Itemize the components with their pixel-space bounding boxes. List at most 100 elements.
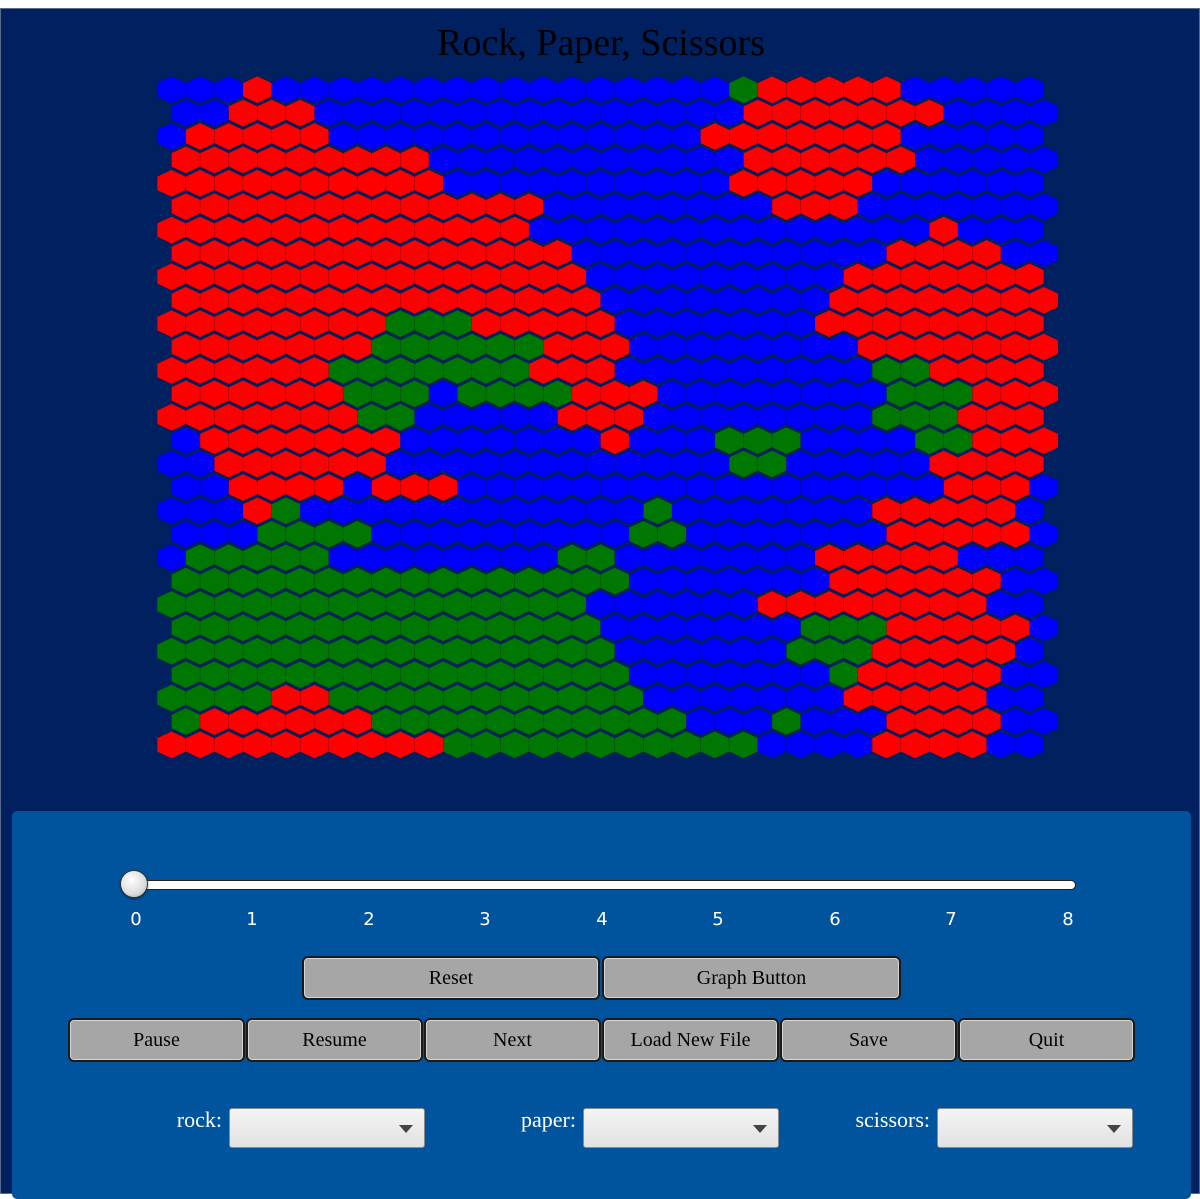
hex-cell[interactable]: [714, 239, 744, 268]
hex-cell[interactable]: [828, 426, 859, 455]
hex-cell[interactable]: [214, 216, 244, 244]
hex-cell[interactable]: [929, 216, 959, 244]
hex-cell[interactable]: [628, 192, 659, 221]
hex-cell[interactable]: [171, 99, 201, 127]
hex-cell[interactable]: [1000, 426, 1030, 455]
hex-cell[interactable]: [728, 75, 759, 104]
hex-cell[interactable]: [600, 380, 630, 408]
hex-cell[interactable]: [957, 75, 987, 104]
hex-cell[interactable]: [442, 590, 473, 619]
hex-cell[interactable]: [700, 309, 730, 338]
hex-cell[interactable]: [500, 590, 530, 619]
hex-cell[interactable]: [299, 731, 330, 759]
hex-cell[interactable]: [457, 99, 487, 127]
hex-cell[interactable]: [399, 333, 430, 361]
hex-cell[interactable]: [442, 450, 473, 478]
hex-cell[interactable]: [714, 146, 744, 174]
hex-cell[interactable]: [929, 309, 959, 338]
hex-cell[interactable]: [771, 286, 802, 315]
hex-cell[interactable]: [814, 590, 844, 619]
hex-cell[interactable]: [256, 473, 287, 502]
hex-cell[interactable]: [857, 520, 887, 549]
pause-button[interactable]: Pause: [68, 1018, 245, 1062]
hex-cell[interactable]: [328, 590, 358, 619]
hex-cell[interactable]: [514, 333, 544, 361]
hex-cell[interactable]: [185, 637, 215, 666]
hex-cell[interactable]: [156, 403, 187, 432]
hex-cell[interactable]: [314, 707, 344, 736]
hex-cell[interactable]: [628, 707, 659, 736]
hex-cell[interactable]: [514, 380, 544, 408]
hex-cell[interactable]: [414, 543, 444, 572]
hex-cell[interactable]: [471, 309, 501, 338]
hex-cell[interactable]: [185, 122, 215, 151]
hex-cell[interactable]: [714, 520, 744, 549]
hex-cell[interactable]: [786, 216, 816, 244]
hex-cell[interactable]: [743, 707, 773, 736]
hex-cell[interactable]: [886, 567, 916, 595]
hex-cell[interactable]: [1029, 660, 1059, 689]
hex-cell[interactable]: [542, 333, 573, 361]
hex-cell[interactable]: [643, 450, 673, 478]
hex-cell[interactable]: [314, 473, 344, 502]
hex-cell[interactable]: [285, 707, 315, 736]
hex-cell[interactable]: [814, 169, 844, 198]
hex-cell[interactable]: [614, 543, 644, 572]
hex-cell[interactable]: [886, 426, 916, 455]
hex-cell[interactable]: [199, 660, 229, 689]
hex-cell[interactable]: [385, 497, 415, 525]
hex-cell[interactable]: [728, 590, 759, 619]
hex-cell[interactable]: [614, 403, 644, 432]
hex-cell[interactable]: [214, 75, 244, 104]
hex-cell[interactable]: [943, 520, 973, 549]
hex-cell[interactable]: [457, 707, 487, 736]
hex-cell[interactable]: [371, 567, 401, 595]
hex-cell[interactable]: [414, 590, 444, 619]
hex-cell[interactable]: [800, 192, 830, 221]
hex-cell[interactable]: [943, 567, 973, 595]
hex-cell[interactable]: [628, 380, 659, 408]
hex-cell[interactable]: [385, 263, 415, 291]
hex-cell[interactable]: [328, 75, 358, 104]
hex-cell[interactable]: [442, 216, 473, 244]
hex-cell[interactable]: [757, 637, 787, 666]
hex-cell[interactable]: [1029, 380, 1059, 408]
hex-cell[interactable]: [685, 333, 716, 361]
hex-cell[interactable]: [342, 333, 373, 361]
hex-cell[interactable]: [1029, 614, 1059, 642]
hex-cell[interactable]: [600, 333, 630, 361]
hex-cell[interactable]: [171, 239, 201, 268]
hex-cell[interactable]: [500, 731, 530, 759]
hex-cell[interactable]: [528, 309, 558, 338]
hex-cell[interactable]: [843, 263, 873, 291]
hex-cell[interactable]: [199, 192, 229, 221]
hex-cell[interactable]: [771, 239, 802, 268]
hex-cell[interactable]: [271, 263, 301, 291]
hex-cell[interactable]: [614, 122, 644, 151]
hex-cell[interactable]: [314, 567, 344, 595]
hex-cell[interactable]: [643, 169, 673, 198]
hex-cell[interactable]: [228, 146, 258, 174]
hex-cell[interactable]: [986, 637, 1016, 666]
hex-cell[interactable]: [1000, 520, 1030, 549]
hex-cell[interactable]: [414, 309, 444, 338]
hex-cell[interactable]: [943, 614, 973, 642]
hex-cell[interactable]: [428, 426, 458, 455]
hex-cell[interactable]: [471, 637, 501, 666]
hex-cell[interactable]: [528, 403, 558, 432]
hex-cell[interactable]: [214, 263, 244, 291]
hex-cell[interactable]: [485, 99, 516, 127]
hex-cell[interactable]: [285, 567, 315, 595]
hex-cell[interactable]: [800, 707, 830, 736]
hex-cell[interactable]: [886, 286, 916, 315]
hex-cell[interactable]: [156, 543, 187, 572]
hex-cell[interactable]: [271, 122, 301, 151]
hex-cell[interactable]: [371, 614, 401, 642]
hex-cell[interactable]: [314, 380, 344, 408]
hex-cell[interactable]: [757, 356, 787, 385]
hex-cell[interactable]: [471, 216, 501, 244]
hex-cell[interactable]: [914, 239, 945, 268]
hex-cell[interactable]: [714, 286, 744, 315]
hex-cell[interactable]: [585, 75, 616, 104]
hex-cell[interactable]: [171, 707, 201, 736]
